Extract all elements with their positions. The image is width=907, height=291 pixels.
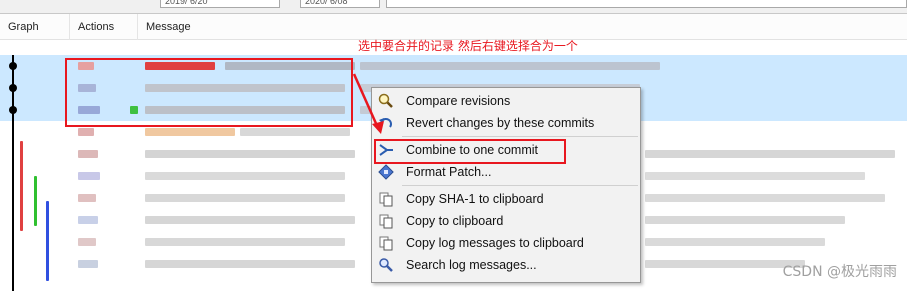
annotation-arrow <box>352 73 384 134</box>
